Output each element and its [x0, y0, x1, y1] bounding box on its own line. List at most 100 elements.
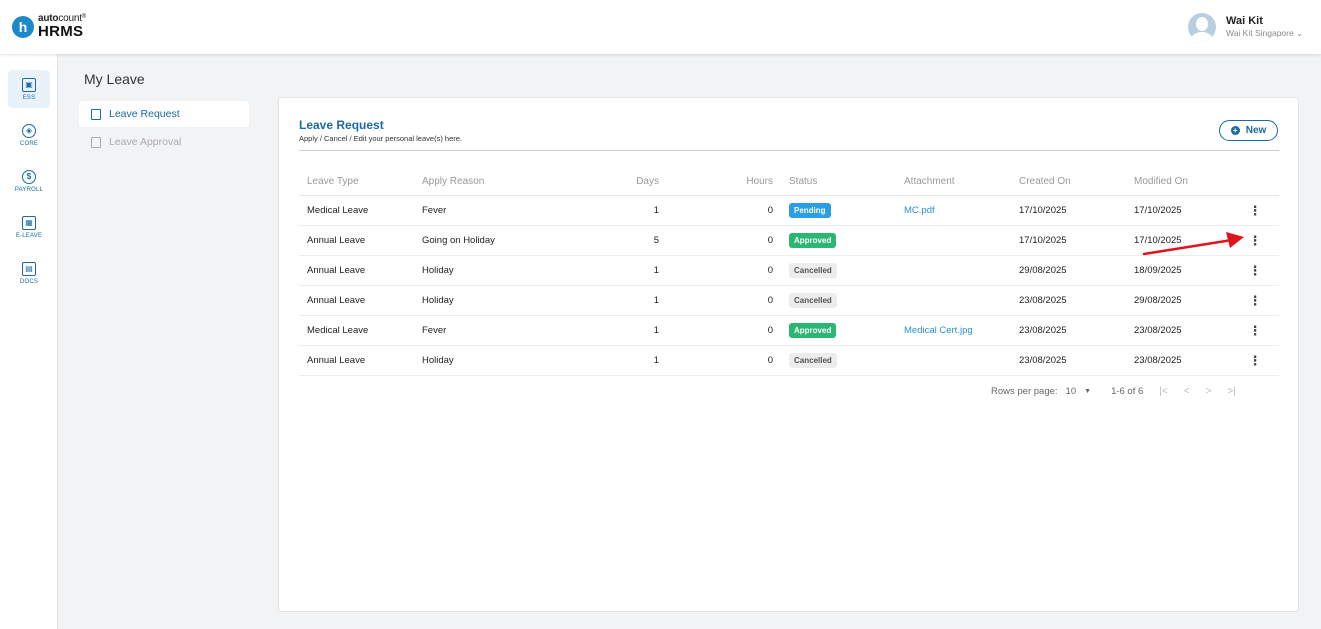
caret-down-icon: ▼ — [1084, 388, 1092, 395]
column-header-modified-on[interactable]: Modified On — [1134, 168, 1188, 195]
annotation-arrow-icon — [1142, 232, 1244, 256]
more-vert-icon[interactable]: ⋮ — [1249, 346, 1262, 375]
status-badge: Cancelled — [789, 353, 837, 368]
more-vert-icon[interactable]: ⋮ — [1249, 316, 1262, 345]
sidebar-item-ess[interactable]: ▣ ESS — [8, 70, 50, 108]
user-menu[interactable]: Wai Kit Wai Kit Singapore ⌄ — [1188, 13, 1303, 41]
cell-leave-type: Annual Leave — [307, 355, 366, 366]
cell-days: 5 — [653, 235, 659, 246]
document-icon — [91, 108, 101, 120]
logo-small-mark: ® — [81, 14, 87, 20]
cell-hours: 0 — [767, 355, 773, 366]
user-name: Wai Kit — [1226, 15, 1263, 27]
cell-created-on: 17/10/2025 — [1019, 205, 1067, 216]
sidebar-item-payroll[interactable]: $ PAYROLL — [8, 162, 50, 200]
column-header-apply-reason[interactable]: Apply Reason — [422, 168, 484, 195]
leave-table: Leave Type Apply Reason Days Hours Statu… — [299, 168, 1279, 376]
cell-leave-type: Annual Leave — [307, 295, 366, 306]
top-bar: h autocount® HRMS Wai Kit Wai Kit Singap… — [0, 0, 1321, 54]
sidebar-item-core[interactable]: ◈ CORE — [8, 116, 50, 154]
cell-hours: 0 — [767, 265, 773, 276]
cell-hours: 0 — [767, 235, 773, 246]
new-button-label: New — [1245, 125, 1267, 136]
table-row[interactable]: Annual Leave Holiday 1 0 Cancelled 29/08… — [299, 256, 1279, 286]
app-logo[interactable]: h autocount® HRMS — [12, 14, 86, 39]
calendar-icon: ▦ — [22, 215, 36, 230]
status-badge: Cancelled — [789, 293, 837, 308]
cell-reason: Fever — [422, 325, 447, 336]
column-header-leave-type[interactable]: Leave Type — [307, 168, 359, 195]
sidebar-item-label: ESS — [22, 94, 36, 101]
cell-reason: Holiday — [422, 295, 454, 306]
cell-created-on: 23/08/2025 — [1019, 355, 1067, 366]
payroll-icon: $ — [22, 169, 36, 184]
submenu-item-label: Leave Approval — [109, 136, 182, 148]
sidebar: ▣ ESS ◈ CORE $ PAYROLL ▦ E-LEAVE ▤ DOCS — [0, 54, 58, 629]
submenu-item-leave-approval[interactable]: Leave Approval — [79, 129, 249, 155]
sidebar-item-docs[interactable]: ▤ DOCS — [8, 254, 50, 292]
core-icon: ◈ — [22, 123, 36, 138]
leave-submenu: Leave Request Leave Approval — [79, 101, 249, 157]
attachment-link[interactable]: Medical Cert.jpg — [904, 316, 973, 345]
cell-modified-on: 23/08/2025 — [1134, 355, 1182, 366]
logo-wordmark: autocount® HRMS — [38, 14, 87, 40]
table-row[interactable]: Annual Leave Holiday 1 0 Cancelled 23/08… — [299, 286, 1279, 316]
rows-per-page-select[interactable]: 10 ▼ — [1066, 386, 1092, 397]
rows-per-page-label: Rows per page: — [991, 386, 1058, 397]
table-row[interactable]: Medical Leave Fever 1 0 Pending MC.pdf 1… — [299, 196, 1279, 226]
card-title: Leave Request — [299, 118, 384, 132]
cell-leave-type: Medical Leave — [307, 205, 369, 216]
document-icon — [91, 136, 101, 148]
avatar[interactable] — [1188, 13, 1216, 41]
attachment-link[interactable]: MC.pdf — [904, 196, 935, 225]
cell-hours: 0 — [767, 325, 773, 336]
column-header-days[interactable]: Days — [599, 168, 659, 195]
new-button[interactable]: + New — [1219, 120, 1278, 141]
table-row[interactable]: Annual Leave Going on Holiday 5 0 Approv… — [299, 226, 1279, 256]
next-page-icon[interactable]: > — [1206, 386, 1212, 397]
cell-reason: Going on Holiday — [422, 235, 495, 246]
column-header-status[interactable]: Status — [789, 168, 817, 195]
table-row[interactable]: Medical Leave Fever 1 0 Approved Medical… — [299, 316, 1279, 346]
status-badge: Approved — [789, 323, 837, 338]
chevron-down-icon[interactable]: ⌄ — [1296, 28, 1303, 38]
sidebar-item-label: PAYROLL — [14, 186, 44, 193]
status-badge: Pending — [789, 203, 831, 218]
cell-reason: Holiday — [422, 355, 454, 366]
more-vert-icon[interactable]: ⋮ — [1249, 226, 1262, 255]
status-badge: Cancelled — [789, 263, 837, 278]
column-header-created-on[interactable]: Created On — [1019, 168, 1071, 195]
pagination: Rows per page: 10 ▼ 1-6 of 6 |< < > >| — [991, 386, 1236, 397]
cell-days: 1 — [653, 325, 659, 336]
cell-hours: 0 — [767, 295, 773, 306]
cell-reason: Holiday — [422, 265, 454, 276]
more-vert-icon[interactable]: ⋮ — [1249, 196, 1262, 225]
table-row[interactable]: Annual Leave Holiday 1 0 Cancelled 23/08… — [299, 346, 1279, 376]
plus-icon: + — [1230, 126, 1240, 135]
cell-days: 1 — [653, 295, 659, 306]
sidebar-item-e-leave[interactable]: ▦ E-LEAVE — [8, 208, 50, 246]
cell-created-on: 29/08/2025 — [1019, 265, 1067, 276]
leave-request-card: Leave Request Apply / Cancel / Edit your… — [278, 97, 1299, 612]
user-company: Wai Kit Singapore — [1226, 28, 1294, 38]
logo-mark: h — [12, 15, 34, 38]
logo-big: HRMS — [38, 23, 84, 40]
docs-icon: ▤ — [22, 261, 36, 276]
cell-days: 1 — [653, 265, 659, 276]
last-page-icon[interactable]: >| — [1227, 386, 1235, 397]
page-range: 1-6 of 6 — [1111, 386, 1144, 397]
column-header-attachment[interactable]: Attachment — [904, 168, 955, 195]
cell-days: 1 — [653, 355, 659, 366]
status-badge: Approved — [789, 233, 837, 248]
cell-leave-type: Medical Leave — [307, 325, 369, 336]
card-subtitle: Apply / Cancel / Edit your personal leav… — [299, 134, 462, 143]
column-header-hours[interactable]: Hours — [713, 168, 773, 195]
page-title: My Leave — [84, 71, 145, 87]
prev-page-icon[interactable]: < — [1184, 386, 1190, 397]
more-vert-icon[interactable]: ⋮ — [1249, 286, 1262, 315]
ess-icon: ▣ — [22, 77, 36, 92]
more-vert-icon[interactable]: ⋮ — [1249, 256, 1262, 285]
submenu-item-leave-request[interactable]: Leave Request — [79, 101, 249, 127]
cell-modified-on: 29/08/2025 — [1134, 295, 1182, 306]
first-page-icon[interactable]: |< — [1159, 386, 1167, 397]
